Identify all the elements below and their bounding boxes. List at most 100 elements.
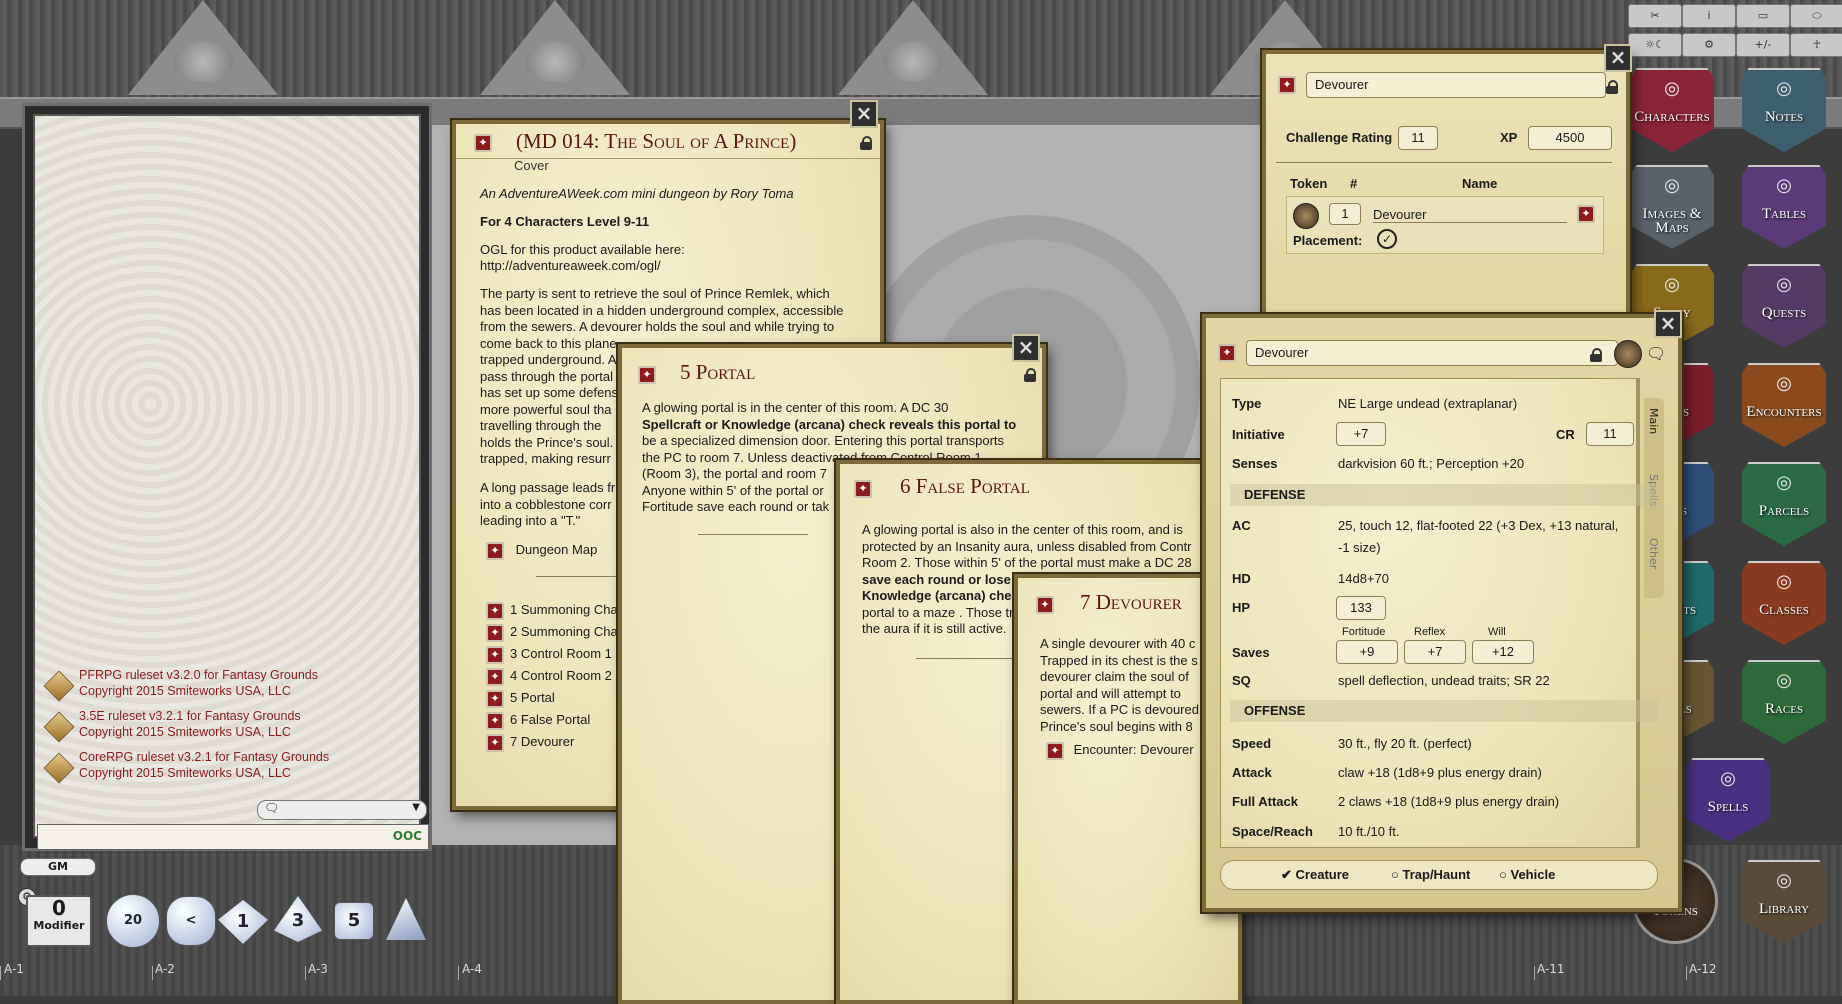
story-title-bar[interactable]: ✦ (MD 014: The Soul of A Prince) bbox=[456, 124, 880, 159]
story-link[interactable]: ✦ 4 Control Room 2 bbox=[486, 668, 618, 690]
count-field[interactable]: 1 bbox=[1329, 203, 1361, 225]
grid-label: A-12 bbox=[1689, 962, 1717, 976]
encounter-link[interactable]: ✦ Encounter: Devourer bbox=[1046, 742, 1194, 760]
token-icon[interactable] bbox=[1293, 203, 1319, 229]
map-link-label: Dungeon Map bbox=[515, 542, 598, 558]
radio-vehicle[interactable]: ○ Vehicle bbox=[1499, 867, 1555, 882]
speed-value[interactable]: 30 ft., fly 20 ft. (perfect) bbox=[1338, 736, 1472, 751]
map-link[interactable]: ✦ Dungeon Map bbox=[486, 542, 597, 560]
sidebar-quests[interactable]: Quests bbox=[1742, 264, 1826, 348]
grid-tick bbox=[0, 966, 1, 980]
toolbar-button-tools[interactable]: ✂ bbox=[1628, 4, 1682, 28]
chat-input[interactable]: OOC bbox=[37, 824, 429, 850]
radio-checked-icon: ✔ bbox=[1281, 867, 1292, 882]
level-line: For 4 Characters Level 9-11 bbox=[480, 214, 650, 229]
sidebar-label: Notes bbox=[1764, 109, 1804, 125]
will-field[interactable]: +12 bbox=[1472, 640, 1534, 664]
sidebar-notes[interactable]: Notes bbox=[1742, 68, 1826, 152]
toolbar-button-info[interactable]: i bbox=[1682, 4, 1736, 28]
d6-die[interactable]: 5 bbox=[334, 902, 374, 940]
sidebar-spells[interactable]: Spells bbox=[1686, 758, 1770, 842]
radio-trap-haunt[interactable]: ○ Trap/Haunt bbox=[1391, 867, 1470, 882]
scrollbar[interactable] bbox=[1636, 378, 1640, 848]
ogl-url[interactable]: http://adventureaweek.com/ogl/ bbox=[480, 258, 661, 275]
sidebar-classes[interactable]: Classes bbox=[1742, 561, 1826, 645]
story-link[interactable]: ✦ 7 Devourer bbox=[486, 734, 618, 756]
sidebar-tables[interactable]: Tables bbox=[1742, 165, 1826, 249]
npc-token-icon[interactable] bbox=[1614, 340, 1642, 368]
sidebar-label: Library bbox=[1758, 901, 1810, 917]
ornament bbox=[838, 0, 988, 95]
lock-icon[interactable] bbox=[860, 136, 872, 150]
full-attack-value[interactable]: 2 claws +18 (1d8+9 plus energy drain) bbox=[1338, 794, 1559, 809]
speech-bubble-icon[interactable]: 🗨 bbox=[1646, 344, 1666, 363]
attack-value[interactable]: claw +18 (1d8+9 plus energy drain) bbox=[1338, 765, 1542, 780]
sidebar-characters[interactable]: Characters bbox=[1630, 68, 1714, 152]
lock-icon[interactable] bbox=[1590, 348, 1602, 362]
ruleset-icon bbox=[43, 670, 75, 702]
space-reach-label: Space/Reach bbox=[1232, 824, 1313, 839]
toolbar-button-book[interactable]: ▭ bbox=[1736, 4, 1790, 28]
xp-field[interactable]: 4500 bbox=[1528, 126, 1612, 150]
story-link[interactable]: ✦ 1 Summoning Cha bbox=[486, 602, 618, 624]
tab-main[interactable]: Main bbox=[1647, 408, 1660, 434]
space-reach-value[interactable]: 10 ft./10 ft. bbox=[1338, 824, 1399, 839]
close-button[interactable]: × bbox=[1604, 44, 1632, 72]
story-link-label: 1 Summoning Cha bbox=[510, 602, 618, 618]
hp-field[interactable]: 133 bbox=[1336, 596, 1386, 620]
story-link-icon: ✦ bbox=[486, 602, 504, 620]
npc-name-field[interactable]: Devourer bbox=[1246, 340, 1618, 366]
story-title: 6 False Portal bbox=[900, 474, 1030, 498]
toolbar-button-daynight[interactable]: ☼☾ bbox=[1628, 33, 1682, 57]
story-link[interactable]: ✦ 3 Control Room 1 bbox=[486, 646, 618, 668]
toolbar-button-options[interactable]: ⚙ bbox=[1682, 33, 1736, 57]
tab-other[interactable]: Other bbox=[1647, 538, 1660, 569]
story-link[interactable]: ✦ 5 Portal bbox=[486, 690, 618, 712]
col-name: Name bbox=[1462, 176, 1498, 191]
sq-value[interactable]: spell deflection, undead traits; SR 22 bbox=[1338, 673, 1550, 688]
initiative-field[interactable]: +7 bbox=[1336, 422, 1386, 446]
d20-die[interactable]: 20 bbox=[106, 894, 160, 948]
close-button[interactable]: × bbox=[1012, 334, 1040, 362]
d12-die[interactable]: < bbox=[166, 896, 216, 946]
npc-name-field[interactable]: Devourer bbox=[1373, 207, 1567, 223]
checkmark-icon[interactable]: ✓ bbox=[1377, 229, 1397, 249]
hd-value[interactable]: 14d8+70 bbox=[1338, 571, 1389, 586]
encounter-name-field[interactable]: Devourer bbox=[1306, 72, 1606, 98]
sidebar-label: Spells bbox=[1707, 799, 1749, 815]
close-button[interactable]: × bbox=[1654, 310, 1682, 338]
story-line: leading into a "T." bbox=[480, 513, 581, 528]
story-link-icon: ✦ bbox=[486, 690, 504, 708]
offense-header: OFFENSE bbox=[1230, 700, 1658, 722]
toolbar-button-modifier[interactable]: +/- bbox=[1736, 33, 1790, 57]
ruleset-icon bbox=[43, 711, 75, 743]
story-link[interactable]: ✦ 2 Summoning Cha bbox=[486, 624, 618, 646]
cr-field[interactable]: 11 bbox=[1398, 126, 1438, 150]
ac-value[interactable]: 25, touch 12, flat-footed 22 (+3 Dex, +1… bbox=[1338, 518, 1618, 533]
reflex-field[interactable]: +7 bbox=[1404, 640, 1466, 664]
cr-field[interactable]: 11 bbox=[1586, 422, 1634, 446]
cr-label: Challenge Rating bbox=[1286, 130, 1393, 145]
npc-link-icon[interactable]: ✦ bbox=[1577, 205, 1595, 223]
grid-tick bbox=[152, 966, 153, 980]
sidebar-images-maps[interactable]: Images & Maps bbox=[1630, 165, 1714, 249]
toolbar-button-dice[interactable]: ⬭ bbox=[1790, 4, 1842, 28]
fortitude-field[interactable]: +9 bbox=[1336, 640, 1398, 664]
toolbar-button-character[interactable]: ☥ bbox=[1790, 33, 1842, 57]
gm-label[interactable]: GM bbox=[20, 858, 96, 876]
chat-log[interactable]: PFRPG ruleset v3.2.0 for Fantasy Grounds… bbox=[33, 114, 429, 850]
sidebar-parcels[interactable]: Parcels bbox=[1742, 462, 1826, 546]
modifier-box[interactable]: 0 Modifier bbox=[26, 895, 92, 947]
senses-value[interactable]: darkvision 60 ft.; Perception +20 bbox=[1338, 456, 1524, 471]
sidebar-races[interactable]: Races bbox=[1742, 660, 1826, 744]
type-value[interactable]: NE Large undead (extraplanar) bbox=[1338, 396, 1517, 411]
chat-mode-dropdown[interactable]: 🗨 ▼ bbox=[257, 800, 427, 820]
radio-creature[interactable]: ✔ Creature bbox=[1281, 867, 1349, 883]
ooc-indicator[interactable]: OOC bbox=[393, 829, 422, 843]
story-link[interactable]: ✦ 6 False Portal bbox=[486, 712, 618, 734]
close-button[interactable]: × bbox=[850, 100, 878, 128]
will-label: Will bbox=[1488, 626, 1506, 638]
lock-icon[interactable] bbox=[1024, 368, 1036, 382]
sidebar-encounters[interactable]: Encounters bbox=[1742, 363, 1826, 447]
lock-icon[interactable] bbox=[1606, 80, 1618, 94]
